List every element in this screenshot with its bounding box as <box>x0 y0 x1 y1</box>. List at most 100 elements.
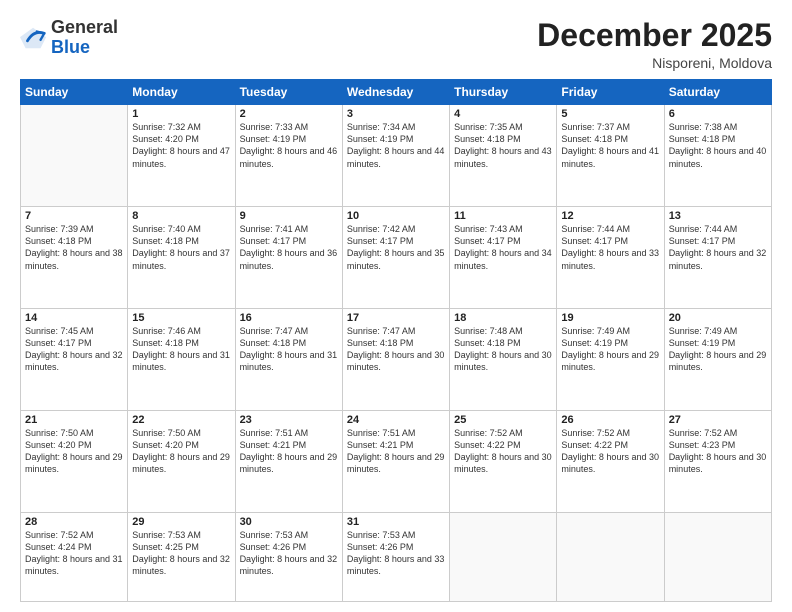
day-number: 31 <box>347 516 445 528</box>
day-number: 1 <box>132 108 230 120</box>
day-info: Sunrise: 7:53 AMSunset: 4:26 PMDaylight:… <box>240 529 338 578</box>
day-info: Sunrise: 7:52 AMSunset: 4:24 PMDaylight:… <box>25 529 123 578</box>
calendar-cell <box>450 512 557 601</box>
calendar-cell: 24Sunrise: 7:51 AMSunset: 4:21 PMDayligh… <box>342 410 449 512</box>
calendar-cell: 20Sunrise: 7:49 AMSunset: 4:19 PMDayligh… <box>664 309 771 411</box>
day-info: Sunrise: 7:45 AMSunset: 4:17 PMDaylight:… <box>25 325 123 374</box>
page: General Blue December 2025 Nisporeni, Mo… <box>0 0 792 612</box>
day-number: 5 <box>561 108 659 120</box>
day-number: 25 <box>454 414 552 426</box>
calendar-cell: 22Sunrise: 7:50 AMSunset: 4:20 PMDayligh… <box>128 410 235 512</box>
location: Nisporeni, Moldova <box>537 55 772 71</box>
day-info: Sunrise: 7:47 AMSunset: 4:18 PMDaylight:… <box>347 325 445 374</box>
day-number: 13 <box>669 210 767 222</box>
calendar-week-3: 14Sunrise: 7:45 AMSunset: 4:17 PMDayligh… <box>21 309 772 411</box>
calendar-cell: 2Sunrise: 7:33 AMSunset: 4:19 PMDaylight… <box>235 105 342 207</box>
day-info: Sunrise: 7:53 AMSunset: 4:25 PMDaylight:… <box>132 529 230 578</box>
calendar-cell: 21Sunrise: 7:50 AMSunset: 4:20 PMDayligh… <box>21 410 128 512</box>
day-info: Sunrise: 7:44 AMSunset: 4:17 PMDaylight:… <box>561 223 659 272</box>
day-info: Sunrise: 7:47 AMSunset: 4:18 PMDaylight:… <box>240 325 338 374</box>
day-number: 27 <box>669 414 767 426</box>
calendar-cell: 27Sunrise: 7:52 AMSunset: 4:23 PMDayligh… <box>664 410 771 512</box>
calendar-cell <box>557 512 664 601</box>
logo-text: General Blue <box>51 18 118 58</box>
calendar-cell: 10Sunrise: 7:42 AMSunset: 4:17 PMDayligh… <box>342 207 449 309</box>
day-number: 3 <box>347 108 445 120</box>
day-info: Sunrise: 7:49 AMSunset: 4:19 PMDaylight:… <box>561 325 659 374</box>
day-number: 16 <box>240 312 338 324</box>
day-info: Sunrise: 7:35 AMSunset: 4:18 PMDaylight:… <box>454 121 552 170</box>
calendar-cell: 3Sunrise: 7:34 AMSunset: 4:19 PMDaylight… <box>342 105 449 207</box>
day-number: 19 <box>561 312 659 324</box>
day-number: 17 <box>347 312 445 324</box>
logo-blue: Blue <box>51 37 90 57</box>
month-title: December 2025 <box>537 18 772 53</box>
day-number: 6 <box>669 108 767 120</box>
day-info: Sunrise: 7:46 AMSunset: 4:18 PMDaylight:… <box>132 325 230 374</box>
weekday-header-monday: Monday <box>128 80 235 105</box>
calendar-week-2: 7Sunrise: 7:39 AMSunset: 4:18 PMDaylight… <box>21 207 772 309</box>
calendar-cell: 29Sunrise: 7:53 AMSunset: 4:25 PMDayligh… <box>128 512 235 601</box>
day-info: Sunrise: 7:41 AMSunset: 4:17 PMDaylight:… <box>240 223 338 272</box>
day-number: 18 <box>454 312 552 324</box>
calendar-cell: 30Sunrise: 7:53 AMSunset: 4:26 PMDayligh… <box>235 512 342 601</box>
day-number: 20 <box>669 312 767 324</box>
logo: General Blue <box>20 18 118 58</box>
calendar-cell: 8Sunrise: 7:40 AMSunset: 4:18 PMDaylight… <box>128 207 235 309</box>
calendar-cell: 5Sunrise: 7:37 AMSunset: 4:18 PMDaylight… <box>557 105 664 207</box>
day-number: 9 <box>240 210 338 222</box>
day-info: Sunrise: 7:34 AMSunset: 4:19 PMDaylight:… <box>347 121 445 170</box>
calendar-cell: 6Sunrise: 7:38 AMSunset: 4:18 PMDaylight… <box>664 105 771 207</box>
day-number: 22 <box>132 414 230 426</box>
calendar-cell <box>664 512 771 601</box>
day-number: 28 <box>25 516 123 528</box>
calendar-cell: 4Sunrise: 7:35 AMSunset: 4:18 PMDaylight… <box>450 105 557 207</box>
day-info: Sunrise: 7:48 AMSunset: 4:18 PMDaylight:… <box>454 325 552 374</box>
calendar-week-5: 28Sunrise: 7:52 AMSunset: 4:24 PMDayligh… <box>21 512 772 601</box>
day-info: Sunrise: 7:43 AMSunset: 4:17 PMDaylight:… <box>454 223 552 272</box>
calendar-cell: 18Sunrise: 7:48 AMSunset: 4:18 PMDayligh… <box>450 309 557 411</box>
calendar-cell: 16Sunrise: 7:47 AMSunset: 4:18 PMDayligh… <box>235 309 342 411</box>
calendar-cell: 25Sunrise: 7:52 AMSunset: 4:22 PMDayligh… <box>450 410 557 512</box>
calendar-cell: 11Sunrise: 7:43 AMSunset: 4:17 PMDayligh… <box>450 207 557 309</box>
day-number: 21 <box>25 414 123 426</box>
calendar-cell: 28Sunrise: 7:52 AMSunset: 4:24 PMDayligh… <box>21 512 128 601</box>
day-info: Sunrise: 7:51 AMSunset: 4:21 PMDaylight:… <box>347 427 445 476</box>
logo-general: General <box>51 17 118 37</box>
logo-icon <box>20 24 48 52</box>
calendar-cell: 12Sunrise: 7:44 AMSunset: 4:17 PMDayligh… <box>557 207 664 309</box>
day-number: 26 <box>561 414 659 426</box>
calendar: SundayMondayTuesdayWednesdayThursdayFrid… <box>20 79 772 602</box>
title-block: December 2025 Nisporeni, Moldova <box>537 18 772 71</box>
weekday-header-wednesday: Wednesday <box>342 80 449 105</box>
weekday-header-thursday: Thursday <box>450 80 557 105</box>
day-number: 7 <box>25 210 123 222</box>
calendar-cell: 14Sunrise: 7:45 AMSunset: 4:17 PMDayligh… <box>21 309 128 411</box>
day-number: 29 <box>132 516 230 528</box>
day-number: 30 <box>240 516 338 528</box>
day-info: Sunrise: 7:38 AMSunset: 4:18 PMDaylight:… <box>669 121 767 170</box>
calendar-cell: 9Sunrise: 7:41 AMSunset: 4:17 PMDaylight… <box>235 207 342 309</box>
day-info: Sunrise: 7:52 AMSunset: 4:22 PMDaylight:… <box>454 427 552 476</box>
calendar-cell: 26Sunrise: 7:52 AMSunset: 4:22 PMDayligh… <box>557 410 664 512</box>
day-info: Sunrise: 7:33 AMSunset: 4:19 PMDaylight:… <box>240 121 338 170</box>
header: General Blue December 2025 Nisporeni, Mo… <box>20 18 772 71</box>
calendar-week-4: 21 Sunrise: 7:50 AMSunset: 4:20 PMDayligh… <box>21 410 772 512</box>
day-info: Sunrise: 7:51 AMSunset: 4:21 PMDaylight:… <box>240 427 338 476</box>
day-number: 10 <box>347 210 445 222</box>
day-number: 12 <box>561 210 659 222</box>
weekday-header-sunday: Sunday <box>21 80 128 105</box>
day-info: Sunrise: 7:42 AMSunset: 4:17 PMDaylight:… <box>347 223 445 272</box>
day-info: Sunrise: 7:50 AMSunset: 4:20 PMDaylight:… <box>132 427 230 476</box>
calendar-cell: 19Sunrise: 7:49 AMSunset: 4:19 PMDayligh… <box>557 309 664 411</box>
day-info: Sunrise: 7:37 AMSunset: 4:18 PMDaylight:… <box>561 121 659 170</box>
day-info: Sunrise: 7:49 AMSunset: 4:19 PMDaylight:… <box>669 325 767 374</box>
calendar-cell: 1Sunrise: 7:32 AMSunset: 4:20 PMDaylight… <box>128 105 235 207</box>
calendar-cell: 23Sunrise: 7:51 AMSunset: 4:21 PMDayligh… <box>235 410 342 512</box>
day-info: Sunrise: 7:52 AMSunset: 4:22 PMDaylight:… <box>561 427 659 476</box>
weekday-header-saturday: Saturday <box>664 80 771 105</box>
day-info: Sunrise: 7:39 AMSunset: 4:18 PMDaylight:… <box>25 223 123 272</box>
calendar-cell: 13Sunrise: 7:44 AMSunset: 4:17 PMDayligh… <box>664 207 771 309</box>
weekday-header-friday: Friday <box>557 80 664 105</box>
day-info: Sunrise: 7:32 AMSunset: 4:20 PMDaylight:… <box>132 121 230 170</box>
